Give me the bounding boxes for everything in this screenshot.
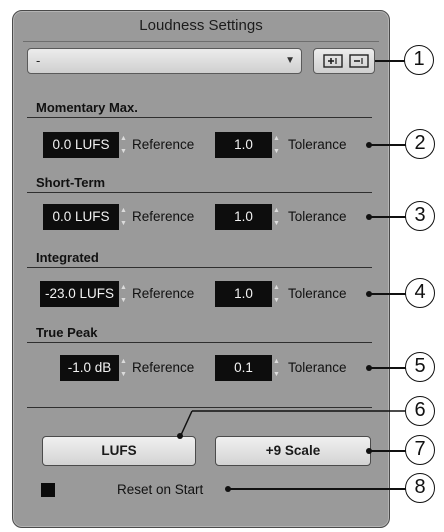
tolerance-label: Tolerance	[288, 209, 347, 224]
momentary-tolerance-spinner[interactable]: ▲ ▼	[273, 132, 282, 158]
momentary-tolerance-field[interactable]: 1.0	[215, 132, 272, 158]
section-title-short-term: Short-Term	[36, 175, 106, 190]
reset-on-start-label: Reset on Start	[117, 482, 204, 497]
callout-7: 7	[405, 435, 435, 465]
callout-1: 1	[404, 45, 434, 75]
callout-4: 4	[405, 278, 435, 308]
true-peak-tolerance-field[interactable]: 0.1	[215, 355, 272, 381]
true-peak-reference-spinner[interactable]: ▲ ▼	[120, 355, 129, 381]
reference-label: Reference	[132, 137, 195, 152]
integrated-reference-field[interactable]: -23.0 LUFS	[40, 281, 119, 307]
preset-dropdown[interactable]: - ▼	[27, 48, 302, 74]
reset-on-start-checkbox[interactable]	[41, 483, 55, 497]
section-title-momentary-max: Momentary Max.	[36, 100, 138, 115]
callout-leader	[370, 293, 406, 295]
true-peak-reference-field[interactable]: -1.0 dB	[60, 355, 119, 381]
callout-leader	[370, 216, 406, 218]
callout-leader	[370, 144, 406, 146]
lufs-button[interactable]: LUFS	[42, 436, 196, 466]
tolerance-label: Tolerance	[288, 137, 347, 152]
reference-label: Reference	[132, 209, 195, 224]
momentary-reference-spinner[interactable]: ▲ ▼	[120, 132, 129, 158]
panel-title: Loudness Settings	[139, 17, 263, 34]
short-term-tolerance-field[interactable]: 1.0	[215, 204, 272, 230]
callout-3: 3	[405, 201, 435, 231]
integrated-tolerance-field[interactable]: 1.0	[215, 281, 272, 307]
bottom-divider	[27, 407, 372, 408]
preset-button-group	[313, 48, 375, 74]
section-title-true-peak: True Peak	[36, 325, 98, 340]
callout-8: 8	[405, 473, 435, 503]
section-divider	[27, 267, 372, 268]
callout-leader	[370, 450, 406, 452]
callout-5: 5	[405, 352, 435, 382]
title-divider	[23, 41, 379, 42]
callout-leader	[375, 60, 405, 62]
callout-leader	[229, 488, 406, 490]
integrated-tolerance-spinner[interactable]: ▲ ▼	[273, 281, 282, 307]
short-term-reference-spinner[interactable]: ▲ ▼	[120, 204, 129, 230]
callout-2: 2	[405, 129, 435, 159]
callout-leader	[180, 410, 405, 436]
momentary-reference-field[interactable]: 0.0 LUFS	[43, 132, 119, 158]
tolerance-label: Tolerance	[288, 360, 347, 375]
delete-preset-icon[interactable]	[349, 54, 369, 68]
preset-value: -	[36, 53, 41, 68]
section-divider	[27, 342, 372, 343]
true-peak-tolerance-spinner[interactable]: ▲ ▼	[273, 355, 282, 381]
plus9-scale-button[interactable]: +9 Scale	[215, 436, 371, 466]
chevron-down-icon: ▼	[285, 55, 295, 66]
short-term-reference-field[interactable]: 0.0 LUFS	[43, 204, 119, 230]
callout-leader	[370, 367, 406, 369]
section-title-integrated: Integrated	[36, 250, 99, 265]
section-divider	[27, 192, 372, 193]
section-divider	[27, 117, 372, 118]
integrated-reference-spinner[interactable]: ▲ ▼	[120, 281, 129, 307]
save-preset-icon[interactable]	[323, 54, 343, 68]
reference-label: Reference	[132, 360, 195, 375]
callout-6: 6	[405, 396, 435, 426]
short-term-tolerance-spinner[interactable]: ▲ ▼	[273, 204, 282, 230]
tolerance-label: Tolerance	[288, 286, 347, 301]
reference-label: Reference	[132, 286, 195, 301]
